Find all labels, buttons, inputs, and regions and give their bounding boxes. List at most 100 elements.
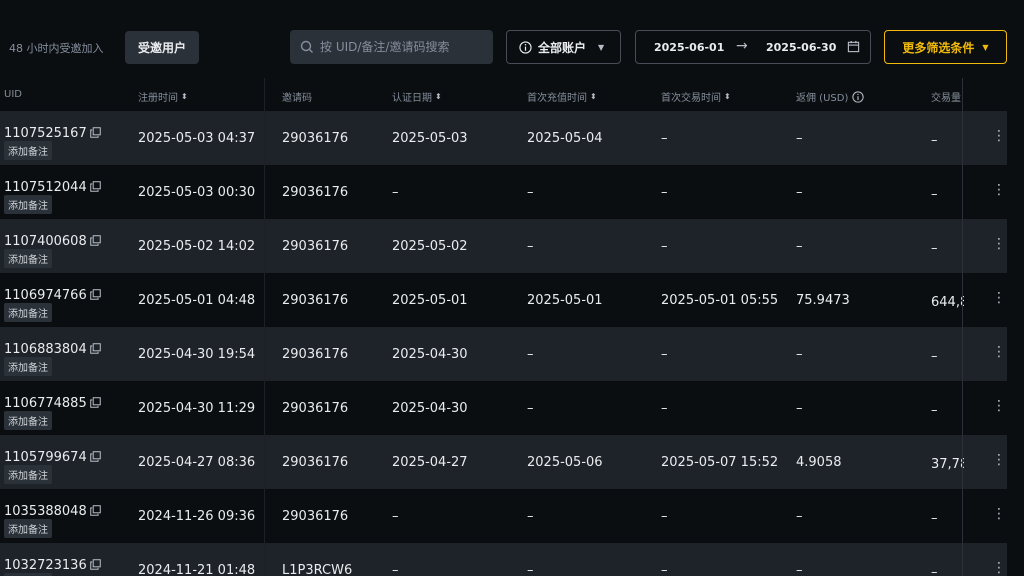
reg-time-cell: 2024-11-21 01:48 bbox=[138, 563, 256, 576]
calendar-icon[interactable] bbox=[847, 40, 860, 53]
col-first-deposit[interactable]: 首次充值时间 ⬍ bbox=[527, 89, 597, 104]
first-deposit-cell: – bbox=[527, 401, 534, 416]
table-row[interactable]: 1107512044 添加备注 2025-05-03 00:30 2903617… bbox=[0, 165, 1007, 219]
date-range-picker[interactable]: 2025-06-01 → 2025-06-30 bbox=[635, 30, 871, 64]
col-uid: UID bbox=[4, 89, 22, 100]
copy-icon[interactable] bbox=[89, 451, 101, 462]
account-select-value: 全部账户 bbox=[538, 40, 587, 55]
row-actions: ⋮ bbox=[962, 381, 1007, 435]
more-vertical-icon[interactable]: ⋮ bbox=[992, 453, 1006, 467]
row-actions: ⋮ bbox=[962, 489, 1007, 543]
uid-cell: 1106883804 添加备注 bbox=[4, 338, 101, 376]
sort-icon[interactable]: ⬍ bbox=[724, 92, 731, 101]
date-from[interactable]: 2025-06-01 bbox=[654, 41, 724, 54]
add-note-button[interactable]: 添加备注 bbox=[4, 411, 52, 430]
copy-icon[interactable] bbox=[89, 127, 101, 138]
more-vertical-icon[interactable]: ⋮ bbox=[992, 291, 1006, 305]
more-vertical-icon[interactable]: ⋮ bbox=[992, 183, 1006, 197]
more-vertical-icon[interactable]: ⋮ bbox=[992, 345, 1006, 359]
verify-date-cell: – bbox=[392, 185, 399, 200]
add-note-button[interactable]: 添加备注 bbox=[4, 519, 52, 538]
row-actions: ⋮ bbox=[962, 219, 1007, 273]
col-first-trade[interactable]: 首次交易时间 ⬍ bbox=[661, 89, 731, 104]
sort-icon[interactable]: ⬍ bbox=[435, 92, 442, 101]
verify-date-cell: 2025-04-30 bbox=[392, 401, 468, 416]
uid-value: 1106974766 bbox=[4, 288, 87, 303]
actions-header bbox=[962, 78, 1007, 111]
add-note-button[interactable]: 添加备注 bbox=[4, 249, 52, 268]
table-row[interactable]: 1106883804 添加备注 2025-04-30 19:54 2903617… bbox=[0, 327, 1007, 381]
first-trade-cell: 2025-05-07 15:52 bbox=[661, 455, 779, 470]
date-to[interactable]: 2025-06-30 bbox=[766, 41, 836, 54]
invite-code-cell: L1P3RCW6 bbox=[282, 563, 353, 576]
verify-date-cell: – bbox=[392, 509, 399, 524]
first-trade-cell: 2025-05-01 05:55 bbox=[661, 293, 779, 308]
reg-time-cell: 2025-05-03 00:30 bbox=[138, 185, 256, 200]
verify-date-cell: 2025-05-02 bbox=[392, 239, 468, 254]
copy-icon[interactable] bbox=[89, 343, 101, 354]
table-row[interactable]: 1106974766 添加备注 2025-05-01 04:48 2903617… bbox=[0, 273, 1007, 327]
search-input[interactable] bbox=[320, 40, 480, 54]
volume-cell: – bbox=[931, 133, 938, 148]
more-vertical-icon[interactable]: ⋮ bbox=[992, 129, 1006, 143]
more-vertical-icon[interactable]: ⋮ bbox=[992, 561, 1006, 575]
copy-icon[interactable] bbox=[89, 235, 101, 246]
add-note-button[interactable]: 添加备注 bbox=[4, 465, 52, 484]
reg-time-cell: 2024-11-26 09:36 bbox=[138, 509, 256, 524]
col-invite-code: 邀请码 bbox=[282, 93, 312, 104]
more-vertical-icon[interactable]: ⋮ bbox=[992, 237, 1006, 251]
col-verify-date[interactable]: 认证日期 ⬍ bbox=[392, 89, 442, 104]
sort-icon[interactable]: ⬍ bbox=[590, 92, 597, 101]
reg-time-cell: 2025-04-30 19:54 bbox=[138, 347, 256, 362]
more-filters-button[interactable]: 更多筛选条件 ▼ bbox=[884, 30, 1007, 64]
add-note-button[interactable]: 添加备注 bbox=[4, 303, 52, 322]
table-row[interactable]: 1035388048 添加备注 2024-11-26 09:36 2903617… bbox=[0, 489, 1007, 543]
add-note-button[interactable]: 添加备注 bbox=[4, 357, 52, 376]
invited-users-button[interactable]: 受邀用户 bbox=[125, 31, 199, 64]
more-vertical-icon[interactable]: ⋮ bbox=[992, 507, 1006, 521]
table-row[interactable]: 1105799674 添加备注 2025-04-27 08:36 2903617… bbox=[0, 435, 1007, 489]
table-header: UID 注册时间 ⬍ 邀请码 认证日期 ⬍ 首次充值时间 ⬍ 首次交易时间 ⬍ 返佣 (… bbox=[0, 78, 1007, 111]
first-deposit-cell: 2025-05-06 bbox=[527, 455, 603, 470]
add-note-button[interactable]: 添加备注 bbox=[4, 141, 52, 160]
caret-down-icon: ▼ bbox=[598, 42, 605, 52]
reg-time-cell: 2025-05-03 04:37 bbox=[138, 131, 256, 146]
copy-icon[interactable] bbox=[89, 289, 101, 300]
uid-cell: 1106974766 添加备注 bbox=[4, 284, 101, 322]
first-deposit-cell: 2025-05-04 bbox=[527, 131, 603, 146]
first-trade-cell: – bbox=[661, 401, 668, 416]
reg-time-cell: 2025-05-01 04:48 bbox=[138, 293, 256, 308]
first-deposit-cell: – bbox=[527, 347, 534, 362]
sort-icon[interactable]: ⬍ bbox=[181, 92, 188, 101]
table-row[interactable]: 1032723136 添加备注 2024-11-21 01:48 L1P3RCW… bbox=[0, 543, 1007, 576]
first-trade-cell: – bbox=[661, 347, 668, 362]
reg-time-cell: 2025-05-02 14:02 bbox=[138, 239, 256, 254]
copy-icon[interactable] bbox=[89, 505, 101, 516]
copy-icon[interactable] bbox=[89, 181, 101, 192]
invite-code-cell: 29036176 bbox=[282, 509, 349, 524]
rebate-cell: – bbox=[796, 509, 803, 524]
account-select[interactable]: 全部账户 ▼ bbox=[506, 30, 621, 64]
invite-code-cell: 29036176 bbox=[282, 131, 349, 146]
uid-cell: 1105799674 添加备注 bbox=[4, 446, 101, 484]
reg-time-cell: 2025-04-27 08:36 bbox=[138, 455, 256, 470]
col-reg-time[interactable]: 注册时间 ⬍ bbox=[138, 89, 188, 104]
add-note-button[interactable]: 添加备注 bbox=[4, 195, 52, 214]
col-volume: 交易量 bbox=[931, 93, 961, 104]
copy-icon[interactable] bbox=[89, 559, 101, 570]
info-icon[interactable] bbox=[852, 90, 865, 103]
copy-icon[interactable] bbox=[89, 397, 101, 408]
volume-cell: – bbox=[931, 565, 938, 576]
invite-48h-label[interactable]: 48 小时内受邀加入 bbox=[9, 40, 104, 56]
search-box[interactable] bbox=[290, 30, 493, 64]
volume-cell: 37,78 bbox=[931, 457, 964, 472]
uid-value: 1106774885 bbox=[4, 396, 87, 411]
more-vertical-icon[interactable]: ⋮ bbox=[992, 399, 1006, 413]
table-row[interactable]: 1107400608 添加备注 2025-05-02 14:02 2903617… bbox=[0, 219, 1007, 273]
first-deposit-cell: – bbox=[527, 185, 534, 200]
uid-value: 1107525167 bbox=[4, 126, 87, 141]
table-row[interactable]: 1107525167 添加备注 2025-05-03 04:37 2903617… bbox=[0, 111, 1007, 165]
table-row[interactable]: 1106774885 添加备注 2025-04-30 11:29 2903617… bbox=[0, 381, 1007, 435]
uid-cell: 1106774885 添加备注 bbox=[4, 392, 101, 430]
invite-code-cell: 29036176 bbox=[282, 455, 349, 470]
